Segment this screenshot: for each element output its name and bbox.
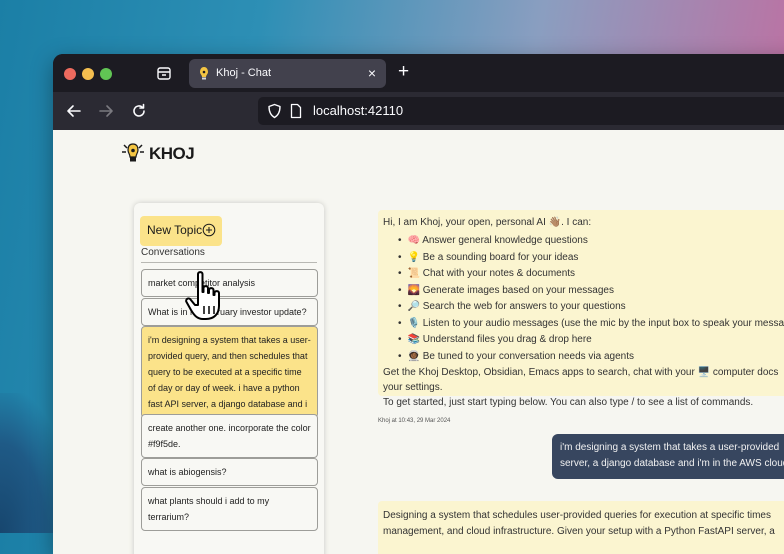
list-item: 🎙️ Listen to your audio messages (use th… [398,316,784,333]
minimize-window-button[interactable] [82,68,94,80]
new-tab-button[interactable]: + [398,62,409,82]
greeting-text: Hi, I am Khoj, your open, personal AI 👋🏽… [383,217,592,228]
maximize-window-button[interactable] [100,68,112,80]
reply-line: Designing a system that schedules user-p… [383,510,771,521]
conversations-heading: Conversations [141,247,205,258]
khoj-welcome-message: Hi, I am Khoj, your open, personal AI 👋🏽… [378,210,784,408]
conversation-item[interactable]: what plants should i add to my terrarium… [141,487,318,531]
user-message-line: server, a django database and i'm in the… [560,458,784,469]
page-content: KHOJ New Topic Conversations market comp… [53,130,784,554]
page-icon [290,103,302,119]
closing-line: To get started, just start typing below.… [383,397,754,408]
navigation-bar: localhost:42110 [53,92,784,130]
conversation-item[interactable]: market competitor analysis [141,269,318,297]
tab-bar: Khoj - Chat × + [53,54,784,92]
khoj-lamp-icon [122,143,144,162]
conversation-item[interactable]: what is abiogensis? [141,458,318,486]
user-message-line: i'm designing a system that takes a user… [560,442,780,453]
message-timestamp: Khoj at 10:43, 29 Mar 2024 [378,418,451,424]
forward-arrow-icon[interactable] [97,102,115,120]
khoj-reply-message: Designing a system that schedules user-p… [378,501,784,554]
logo-text: KHOJ [149,144,195,163]
conversation-item[interactable]: create another one. incorporate the colo… [141,414,318,458]
close-window-button[interactable] [64,68,76,80]
reply-line: management, and cloud infrastructure. Gi… [383,526,775,537]
new-topic-button[interactable]: New Topic [140,216,222,246]
hand-pointer-cursor-icon [185,271,220,320]
divider [141,262,317,263]
list-item: 💡 Be a sounding board for your ideas [398,250,784,267]
closing-line: your settings. [383,382,443,393]
user-message: i'm designing a system that takes a user… [552,434,784,479]
list-item: 🔎 Search the web for answers to your que… [398,299,784,316]
conversation-sidebar: New Topic Conversations market competito… [134,203,324,554]
closing-text: Get the Khoj Desktop, Obsidian, Emacs ap… [383,365,778,410]
browser-window: Khoj - Chat × + localhost:42110 KHOJ New… [53,54,784,554]
list-item: 🧠 Answer general knowledge questions [398,233,784,250]
list-item: 📜 Chat with your notes & documents [398,266,784,283]
address-bar[interactable]: localhost:42110 [258,97,784,125]
conversation-item[interactable]: What is in my february investor update? [141,298,318,326]
new-topic-label: New Topic [147,223,203,237]
reply-text: Designing a system that schedules user-p… [383,508,775,540]
list-item: 👩🏾‍🚀 Be tuned to your conversation needs… [398,349,784,366]
plus-circle-icon [202,223,216,237]
tab-title: Khoj - Chat [216,67,272,79]
shield-icon[interactable] [267,103,282,119]
list-item: 🌄 Generate images based on your messages [398,283,784,300]
conversation-item-selected[interactable]: i'm designing a system that takes a user… [141,326,318,418]
reload-icon[interactable] [130,102,148,120]
back-arrow-icon[interactable] [65,102,83,120]
close-tab-icon[interactable]: × [368,65,376,81]
khoj-logo[interactable]: KHOJ [120,140,195,166]
tab-list-icon[interactable] [156,65,172,81]
url-text: localhost:42110 [313,103,404,118]
browser-tab-active[interactable]: Khoj - Chat × [189,59,386,88]
list-item: 📚 Understand files you drag & drop here [398,332,784,349]
closing-line: Get the Khoj Desktop, Obsidian, Emacs ap… [383,367,779,378]
user-message-text: i'm designing a system that takes a user… [560,440,784,472]
khoj-lamp-icon [200,67,208,80]
capabilities-list: 🧠 Answer general knowledge questions 💡 B… [398,233,784,365]
